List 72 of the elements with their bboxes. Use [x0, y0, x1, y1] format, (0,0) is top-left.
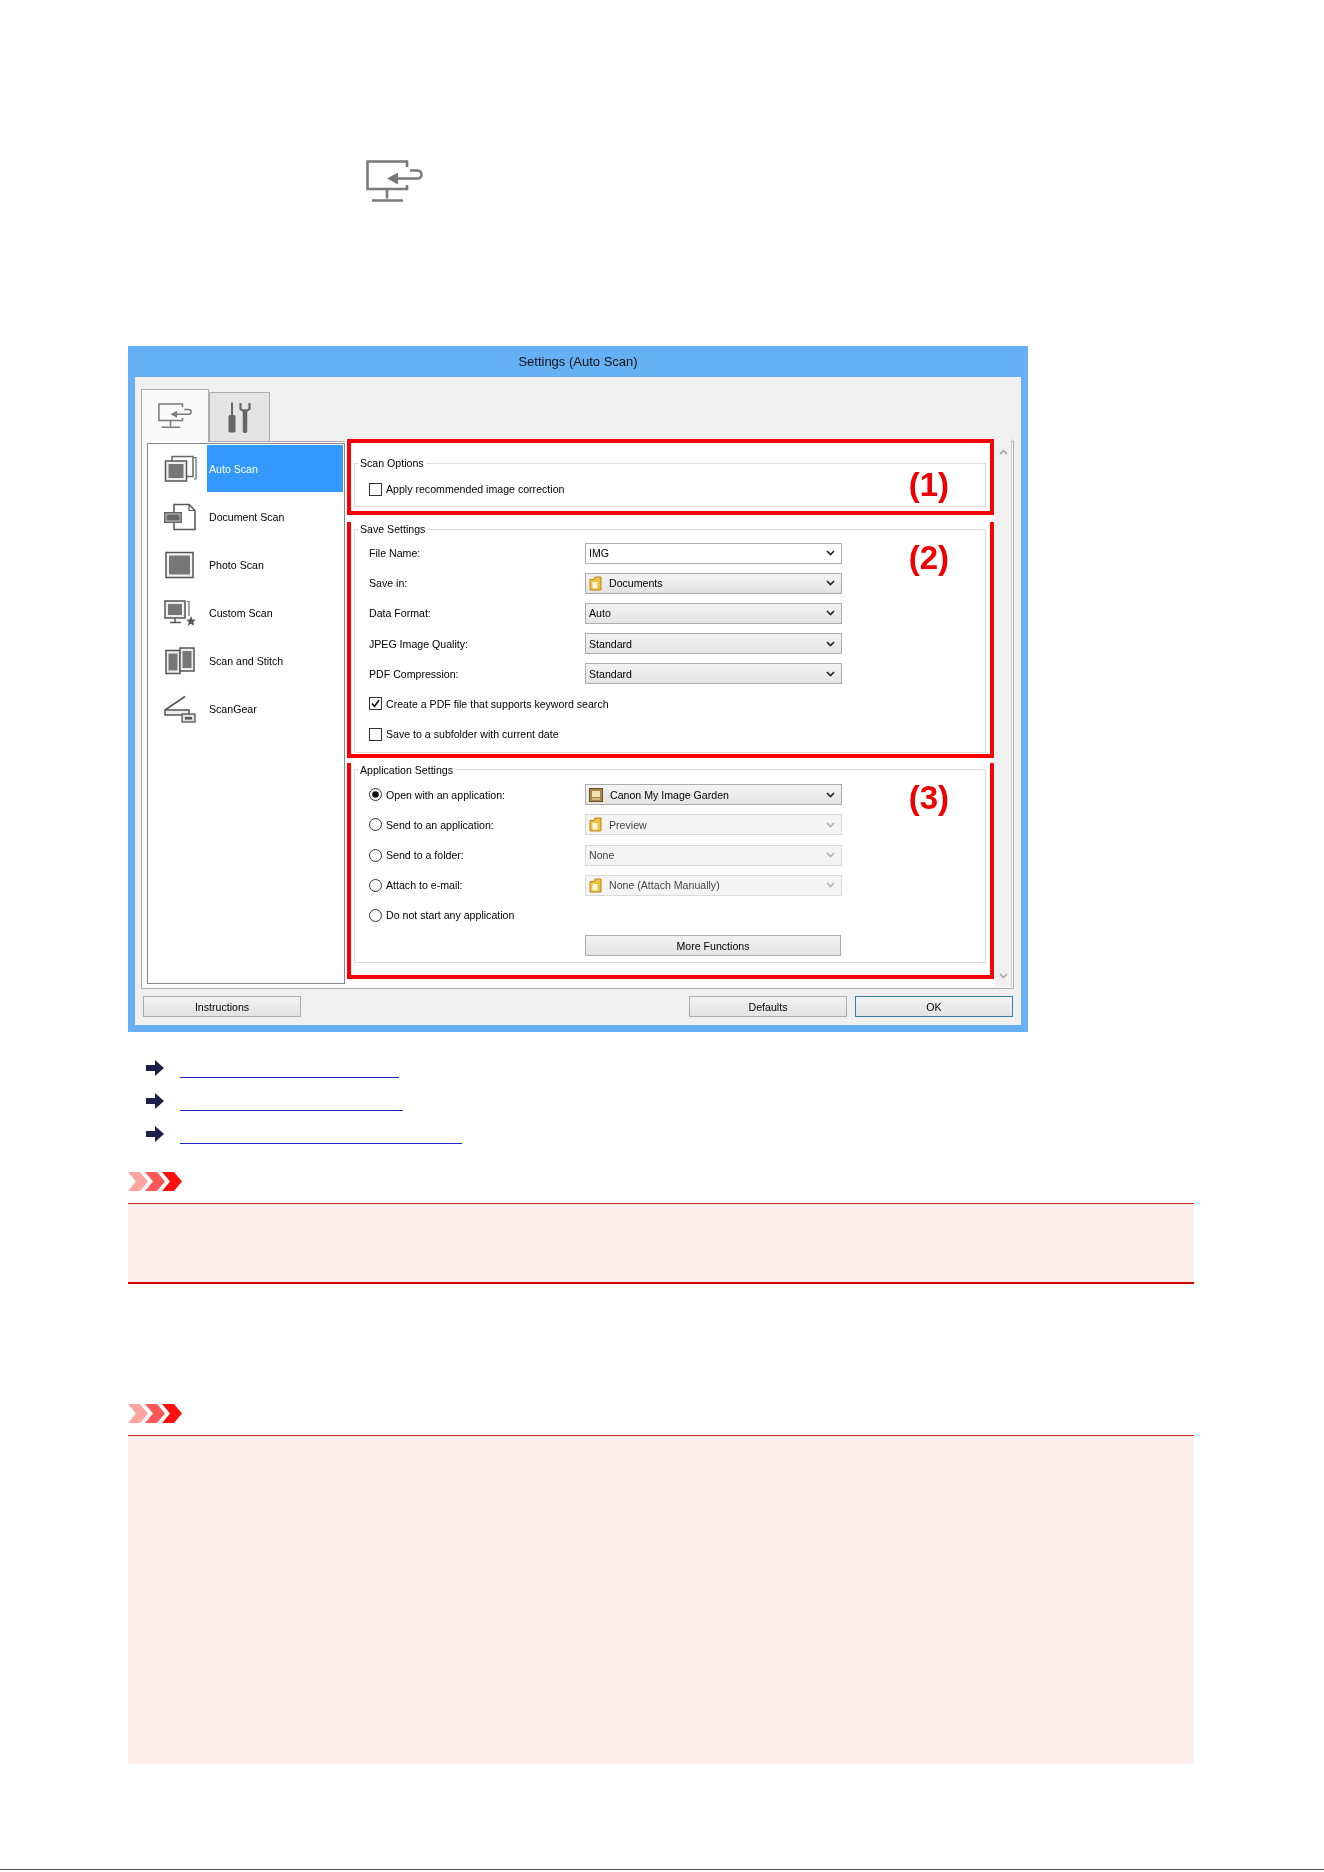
chevron-down-icon	[826, 791, 835, 798]
field-label: Data Format:	[369, 607, 431, 620]
dropdown[interactable]: IMG	[585, 542, 842, 564]
callout-number: (1)	[908, 468, 949, 502]
checkbox-label[interactable]: Apply recommended image correction	[386, 483, 565, 495]
checkbox-label[interactable]: Save to a subfolder with current date	[386, 728, 559, 741]
dialog-button[interactable]: Defaults	[689, 996, 847, 1017]
chevrons-icon	[128, 1171, 182, 1191]
chevron-down-icon	[826, 821, 835, 828]
chevron-down-icon	[826, 640, 835, 647]
tab[interactable]	[209, 392, 270, 441]
chevron-down-icon	[826, 580, 835, 587]
radio-button[interactable]	[369, 818, 382, 832]
chevron-down-icon	[826, 852, 835, 858]
scan-type-item[interactable]: ScanGear	[207, 685, 343, 733]
radio-button[interactable]	[369, 788, 382, 802]
radio-button[interactable]	[369, 908, 382, 922]
dropdown[interactable]: Standard	[585, 663, 842, 685]
monitor-arrow-icon	[158, 403, 192, 429]
chevron-down-icon	[826, 550, 835, 556]
scan-type-item[interactable]: Scan and Stitch	[207, 637, 343, 685]
folder-icon	[589, 817, 602, 833]
dropdown[interactable]: Documents	[585, 572, 842, 594]
field-label: PDF Compression:	[369, 667, 459, 680]
scan-type-item[interactable]: Document Scan	[207, 493, 343, 541]
tab[interactable]	[141, 389, 209, 442]
tools-icon	[227, 401, 252, 433]
dialog-button[interactable]: OK	[855, 996, 1013, 1017]
field-label: File Name:	[369, 547, 421, 559]
checkbox-label[interactable]: Create a PDF file that supports keyword search	[386, 697, 609, 710]
scan-type-item[interactable]: Photo Scan	[207, 541, 343, 589]
more-functions-button[interactable]: More Functions	[585, 935, 841, 957]
chevrons-icon	[128, 1403, 182, 1423]
checkbox[interactable]	[369, 482, 382, 496]
monitor-star-icon	[163, 599, 197, 628]
radio-label[interactable]: Send to an application:	[386, 818, 494, 831]
checkbox[interactable]	[369, 727, 382, 741]
field-label: Save in:	[369, 577, 408, 590]
arrow-right-icon	[146, 1059, 164, 1076]
radio-label[interactable]: Open with an application:	[386, 788, 505, 801]
radio-button[interactable]	[369, 878, 382, 892]
photo-icon	[163, 550, 197, 579]
radio-button[interactable]	[369, 848, 382, 862]
folder-icon	[589, 877, 602, 893]
document-icon	[163, 502, 197, 531]
arrow-right-icon	[146, 1092, 164, 1109]
callout-number: (3)	[908, 780, 949, 815]
group-title: Scan Options	[359, 456, 425, 470]
field-label: JPEG Image Quality:	[369, 637, 468, 650]
checkbox[interactable]	[369, 697, 382, 711]
chevron-down-icon	[826, 670, 835, 677]
chevron-down-icon	[826, 610, 835, 617]
stacked-pages-icon	[163, 454, 197, 483]
radio-label[interactable]: Send to a folder:	[386, 849, 464, 861]
monitor-arrow-icon	[366, 160, 423, 203]
radio-label[interactable]: Attach to e-mail:	[386, 879, 463, 892]
callout-number: (2)	[908, 541, 949, 575]
dialog-button[interactable]: Instructions	[143, 996, 301, 1017]
window-title: Settings (Auto Scan)	[518, 353, 638, 370]
folder-icon	[589, 575, 602, 591]
group-title: Application Settings	[359, 762, 455, 777]
arrow-right-icon	[146, 1125, 164, 1142]
dropdown[interactable]: Auto	[585, 602, 842, 624]
radio-label[interactable]: Do not start any application	[386, 909, 515, 922]
two-pages-icon	[163, 647, 197, 676]
dropdown[interactable]: Canon My Image Garden	[585, 784, 842, 806]
scan-type-item[interactable]: Custom Scan	[207, 589, 343, 637]
group-title: Save Settings	[359, 522, 427, 536]
chevron-down-icon	[826, 882, 835, 889]
scanner-icon	[163, 695, 197, 724]
app-icon	[589, 787, 603, 802]
dropdown[interactable]: Standard	[585, 633, 842, 655]
